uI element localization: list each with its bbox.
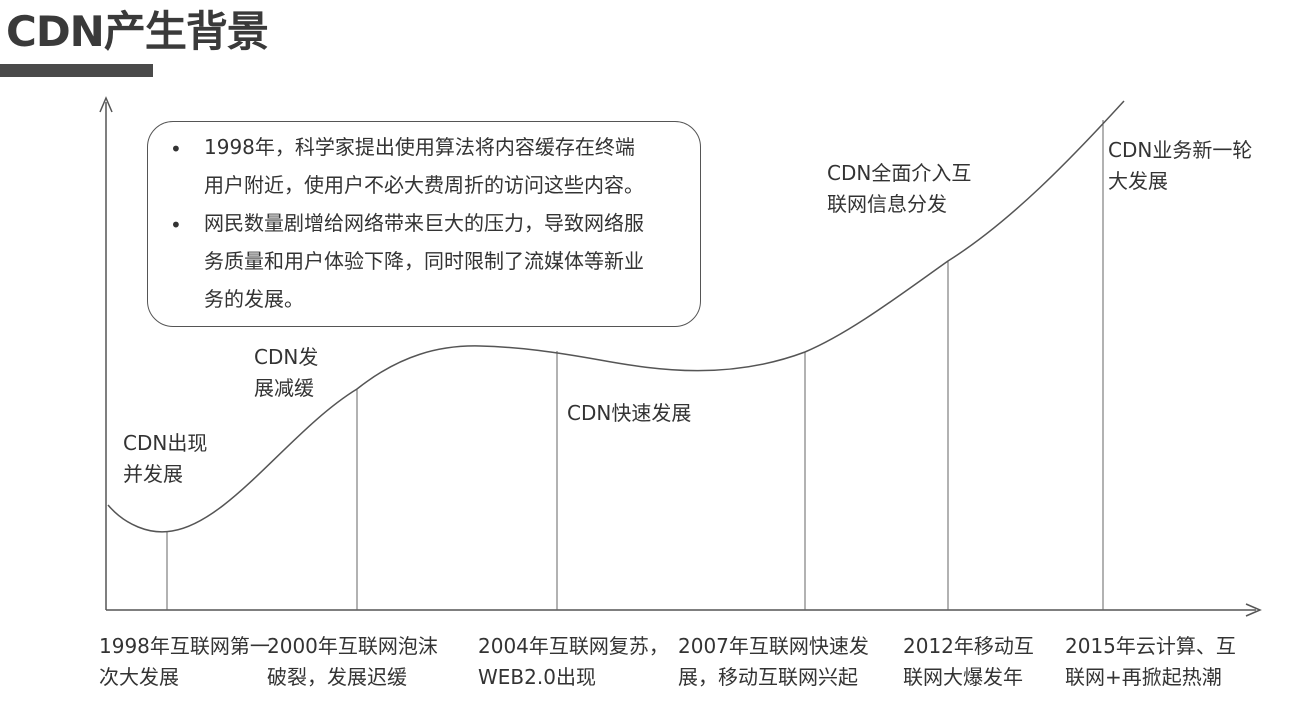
- stage-label-cdn-full-involvement: CDN全面介入互 联网信息分发: [827, 158, 971, 220]
- stage-line: CDN快速发展: [567, 401, 692, 425]
- info-line: 务的发展。: [204, 287, 304, 311]
- stage-line: CDN业务新一轮: [1108, 138, 1253, 162]
- stage-line: 并发展: [123, 462, 183, 486]
- bullet-marker: •: [170, 137, 182, 161]
- milestone-line: 2007年互联网快速发: [678, 634, 869, 658]
- milestone-label-2015: 2015年云计算、互 联网+再掀起热潮: [1065, 631, 1236, 693]
- milestone-label-2007: 2007年互联网快速发 展，移动互联网兴起: [678, 631, 869, 693]
- stage-line: CDN发: [254, 345, 319, 369]
- milestone-label-1998: 1998年互联网第一 次大发展: [99, 631, 270, 693]
- stage-label-cdn-emergence: CDN出现 并发展: [123, 428, 207, 490]
- background-info-box: • 1998年，科学家提出使用算法将内容缓存在终端 用户附近，使用户不必大费周折…: [147, 121, 701, 327]
- milestone-label-2000: 2000年互联网泡沫 破裂，发展迟缓: [267, 631, 438, 693]
- milestone-line: 2000年互联网泡沫: [267, 634, 438, 658]
- stage-line: 展减缓: [254, 376, 314, 400]
- stage-line: CDN出现: [123, 431, 208, 455]
- stage-label-cdn-slowdown: CDN发 展减缓: [254, 342, 318, 404]
- stage-label-cdn-new-round: CDN业务新一轮 大发展: [1108, 135, 1252, 197]
- milestone-label-2004: 2004年互联网复苏， WEB2.0出现: [478, 631, 669, 693]
- milestone-line: 次大发展: [99, 665, 179, 689]
- info-line: 用户附近，使用户不必大费周折的访问这些内容。: [204, 173, 644, 197]
- stage-line: 联网信息分发: [827, 192, 947, 216]
- milestone-line: 联网+再掀起热潮: [1065, 665, 1222, 689]
- stage-label-cdn-rapid-growth: CDN快速发展: [567, 398, 691, 429]
- development-curve-diagram: [99, 96, 1262, 617]
- milestone-line: WEB2.0出现: [478, 665, 596, 689]
- milestone-line: 2015年云计算、互: [1065, 634, 1236, 658]
- info-line: 网民数量剧增给网络带来巨大的压力，导致网络服: [204, 211, 644, 235]
- milestone-line: 2012年移动互: [903, 634, 1034, 658]
- milestone-line: 破裂，发展迟缓: [267, 665, 407, 689]
- stage-line: CDN全面介入互: [827, 161, 972, 185]
- milestone-label-2012: 2012年移动互 联网大爆发年: [903, 631, 1034, 693]
- info-line: 1998年，科学家提出使用算法将内容缓存在终端: [204, 135, 635, 159]
- milestone-line: 2004年互联网复苏，: [478, 634, 669, 658]
- milestone-line: 1998年互联网第一: [99, 634, 270, 658]
- info-line: 务质量和用户体验下降，同时限制了流媒体等新业: [204, 249, 644, 273]
- milestone-line: 展，移动互联网兴起: [678, 665, 858, 689]
- milestone-line: 联网大爆发年: [903, 665, 1023, 689]
- bullet-marker: •: [170, 213, 182, 237]
- stage-line: 大发展: [1108, 169, 1168, 193]
